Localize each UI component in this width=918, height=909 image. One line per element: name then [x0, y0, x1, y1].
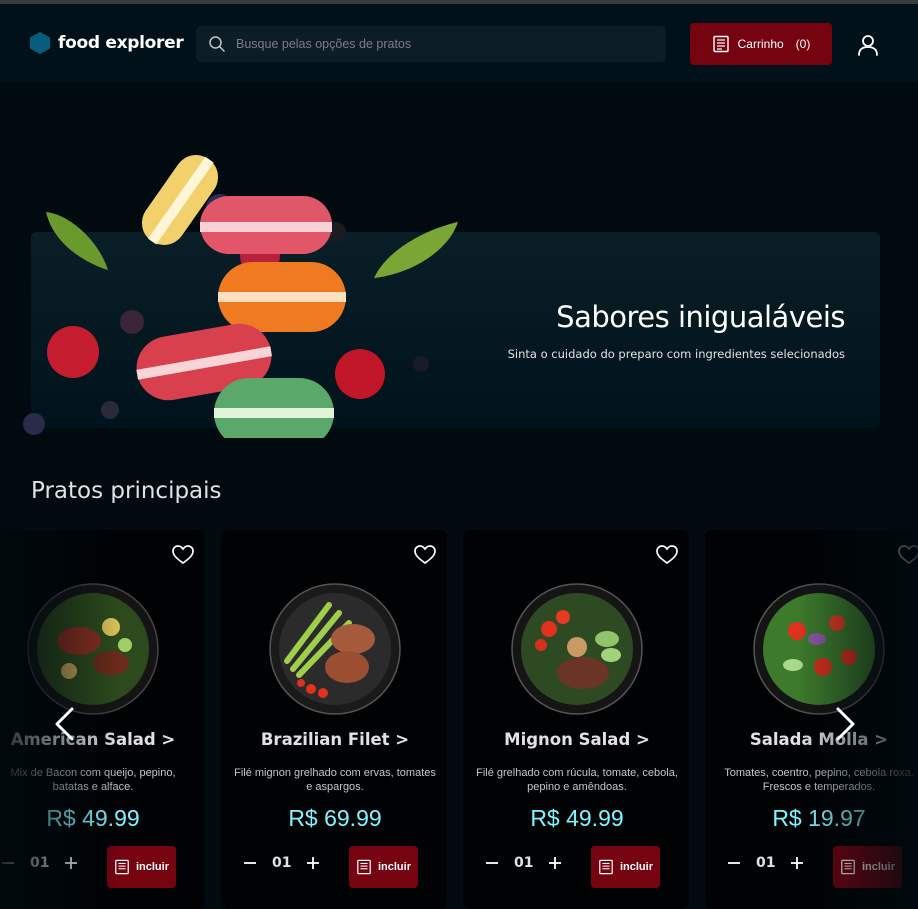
minus-icon[interactable] [242, 855, 258, 871]
dish-price: R$ 69.99 [288, 805, 382, 831]
dish-card[interactable]: Brazilian Filet > Filé mignon grelhado c… [221, 530, 447, 909]
dish-image [269, 583, 401, 715]
dish-price: R$ 49.99 [46, 805, 140, 831]
brand-logo[interactable]: food explorer [30, 32, 184, 54]
cart-count: (0) [795, 37, 811, 51]
dishes-carousel: American Salad > Mix de Bacon com queijo… [0, 530, 918, 909]
receipt-icon [115, 859, 129, 875]
dish-name[interactable]: Brazilian Filet > [222, 730, 448, 749]
plus-icon[interactable] [305, 855, 321, 871]
receipt-icon [841, 859, 855, 875]
search-bar[interactable] [196, 26, 666, 62]
dish-image [27, 583, 159, 715]
include-button[interactable]: incluir [107, 846, 176, 888]
dish-card[interactable]: American Salad > Mix de Bacon com queijo… [0, 530, 205, 909]
cart-button[interactable]: Carrinho (0) [690, 23, 832, 65]
brand-name: food explorer [58, 33, 184, 53]
plus-icon[interactable] [63, 855, 79, 871]
section-title: Pratos principais [31, 478, 222, 504]
banner-title: Sabores inigualáveis [556, 300, 845, 334]
dish-card[interactable]: Salada Molla > Tomates, coentro, pepino,… [705, 530, 918, 909]
quantity-stepper: 01 [726, 855, 805, 871]
dish-image [511, 583, 643, 715]
dish-name[interactable]: Mignon Salad > [464, 730, 690, 749]
app-header: food explorer Carrinho (0) [0, 4, 918, 82]
search-input[interactable] [236, 37, 636, 51]
plus-icon[interactable] [547, 855, 563, 871]
include-button[interactable]: incluir [591, 846, 660, 888]
dish-image [753, 583, 885, 715]
minus-icon[interactable] [484, 855, 500, 871]
search-icon [209, 36, 225, 52]
quantity-value: 01 [272, 855, 292, 871]
receipt-icon [599, 859, 613, 875]
heart-icon[interactable] [172, 545, 194, 565]
chevron-left-icon[interactable] [52, 706, 76, 742]
plus-icon[interactable] [789, 855, 805, 871]
dish-description: Mix de Bacon com queijo, pepino, batatas… [10, 767, 176, 793]
heart-icon[interactable] [898, 545, 918, 565]
dish-card[interactable]: Mignon Salad > Filé grelhado com rúcula,… [463, 530, 689, 909]
macarons-illustration [23, 155, 458, 438]
dish-price: R$ 49.99 [530, 805, 624, 831]
minus-icon[interactable] [726, 855, 742, 871]
dish-description: Filé mignon grelhado com ervas, tomates … [234, 767, 436, 793]
include-button[interactable]: incluir [349, 846, 418, 888]
quantity-stepper: 01 [484, 855, 563, 871]
cart-label: Carrinho [737, 37, 784, 51]
minus-icon[interactable] [0, 855, 16, 871]
include-label: incluir [861, 861, 895, 873]
user-icon[interactable] [856, 33, 880, 57]
receipt-icon [712, 35, 729, 53]
quantity-stepper: 01 [0, 855, 79, 871]
quantity-value: 01 [514, 855, 534, 871]
heart-icon[interactable] [414, 545, 436, 565]
heart-icon[interactable] [656, 545, 678, 565]
include-label: incluir [619, 861, 653, 873]
quantity-value: 01 [30, 855, 50, 871]
banner-subtitle: Sinta o cuidado do preparo com ingredien… [507, 347, 845, 361]
hexagon-icon [30, 32, 50, 54]
dish-description: Tomates, coentro, pepino, cebola roxa. F… [724, 767, 914, 793]
dish-name[interactable]: American Salad > [0, 730, 206, 749]
quantity-value: 01 [756, 855, 776, 871]
include-button[interactable]: incluir [833, 846, 902, 888]
dish-name[interactable]: Salada Molla > [706, 730, 918, 749]
dish-price: R$ 19.97 [772, 805, 866, 831]
quantity-stepper: 01 [242, 855, 321, 871]
dish-description: Filé grelhado com rúcula, tomate, cebola… [476, 767, 678, 793]
receipt-icon [357, 859, 371, 875]
include-label: incluir [135, 861, 169, 873]
include-label: incluir [377, 861, 411, 873]
chevron-right-icon[interactable] [834, 706, 858, 742]
